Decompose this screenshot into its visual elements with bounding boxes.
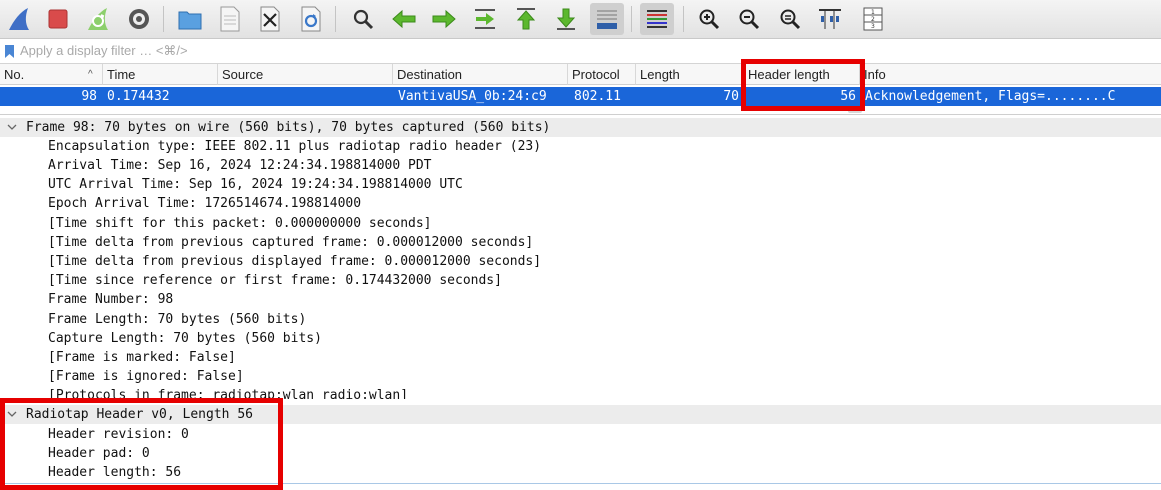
go-to-packet-icon[interactable]: [470, 4, 500, 34]
tree-field[interactable]: Frame Number: 98: [48, 290, 173, 309]
display-filter-bar: [0, 39, 1161, 64]
close-file-icon[interactable]: [255, 4, 285, 34]
colorize-icon[interactable]: [640, 3, 674, 35]
column-header-header-length[interactable]: Header length: [744, 64, 860, 85]
pane-divider[interactable]: [0, 483, 1161, 484]
cell-header-length: 56: [840, 89, 856, 104]
column-header-info-label: Info: [864, 67, 886, 82]
column-header-protocol-label: Protocol: [572, 67, 620, 82]
tree-field[interactable]: Header revision: 0: [48, 425, 189, 444]
auto-scroll-icon[interactable]: [590, 3, 624, 35]
cell-destination: VantivaUSA_0b:24:c9: [398, 89, 547, 104]
svg-text:3: 3: [871, 23, 875, 30]
column-header-source-label: Source: [222, 67, 264, 82]
column-header-length[interactable]: Length: [636, 64, 744, 85]
frame-summary: Frame 98: 70 bytes on wire (560 bits), 7…: [26, 120, 551, 135]
zoom-out-icon[interactable]: [734, 4, 764, 34]
go-to-first-packet-icon[interactable]: [511, 4, 541, 34]
column-header-time-label: Time: [107, 67, 136, 82]
packet-list-blank-area: [0, 106, 1161, 115]
column-header-no-label: No.: [4, 67, 25, 82]
go-to-last-packet-icon[interactable]: [551, 4, 581, 34]
start-capture-icon[interactable]: [4, 4, 34, 34]
tree-field[interactable]: Capture Length: 70 bytes (560 bits): [48, 329, 322, 348]
svg-text:1: 1: [871, 9, 875, 16]
cell-time: 0.174432: [107, 89, 170, 104]
column-header-protocol[interactable]: Protocol: [568, 64, 636, 85]
reload-file-icon[interactable]: [296, 4, 326, 34]
tree-field[interactable]: UTC Arrival Time: Sep 16, 2024 19:24:34.…: [48, 175, 463, 194]
save-file-icon[interactable]: [215, 4, 245, 34]
tree-field[interactable]: Epoch Arrival Time: 1726514674.198814000: [48, 194, 361, 213]
tree-field[interactable]: [Frame is marked: False]: [48, 348, 236, 367]
column-header-header-length-label: Header length: [748, 67, 830, 82]
chevron-down-icon[interactable]: [7, 118, 17, 137]
bookmark-icon[interactable]: [4, 44, 15, 64]
chevron-down-icon[interactable]: [7, 405, 17, 424]
column-header-destination[interactable]: Destination: [393, 64, 568, 85]
tree-node-frame[interactable]: Frame 98: 70 bytes on wire (560 bits), 7…: [0, 118, 1161, 137]
tree-field[interactable]: [Time since reference or first frame: 0.…: [48, 271, 502, 290]
find-packet-icon[interactable]: [348, 4, 378, 34]
cell-info: Acknowledgement, Flags=........C: [865, 89, 1116, 104]
cell-protocol: 802.11: [574, 89, 621, 104]
tree-field[interactable]: [Frame is ignored: False]: [48, 367, 244, 386]
column-header-destination-label: Destination: [397, 67, 463, 82]
column-header-no[interactable]: No. ^: [0, 64, 103, 85]
normal-size-icon[interactable]: [775, 4, 805, 34]
tree-field[interactable]: [Time delta from previous displayed fram…: [48, 252, 541, 271]
restart-capture-icon[interactable]: [83, 4, 113, 34]
column-header-info[interactable]: Info: [860, 64, 1161, 85]
tree-node-radiotap[interactable]: Radiotap Header v0, Length 56: [0, 405, 1161, 424]
go-back-icon[interactable]: [389, 4, 419, 34]
column-header-source[interactable]: Source: [218, 64, 393, 85]
svg-text:2: 2: [871, 16, 875, 23]
tree-field[interactable]: Arrival Time: Sep 16, 2024 12:24:34.1988…: [48, 156, 432, 175]
tree-field[interactable]: [Time shift for this packet: 0.000000000…: [48, 214, 432, 233]
go-forward-icon[interactable]: [429, 4, 459, 34]
capture-options-icon[interactable]: [124, 4, 154, 34]
stop-capture-icon[interactable]: [43, 4, 73, 34]
tree-field[interactable]: Header length: 56: [48, 463, 181, 482]
tree-field[interactable]: Encapsulation type: IEEE 802.11 plus rad…: [48, 137, 541, 156]
zoom-in-icon[interactable]: [694, 4, 724, 34]
tree-field[interactable]: Frame Length: 70 bytes (560 bits): [48, 310, 306, 329]
radiotap-summary: Radiotap Header v0, Length 56: [26, 407, 253, 422]
packet-list-scrollbar[interactable]: [848, 108, 862, 113]
tree-field[interactable]: [Time delta from previous captured frame…: [48, 233, 533, 252]
open-file-icon[interactable]: [175, 4, 205, 34]
main-toolbar: 123: [0, 0, 1161, 39]
column-header-length-label: Length: [640, 67, 680, 82]
column-header-time[interactable]: Time: [103, 64, 218, 85]
tree-field[interactable]: [Protocols in frame: radiotap:wlan_radio…: [48, 386, 408, 399]
cell-length: 70: [723, 89, 739, 104]
packet-details-pane: Frame 98: 70 bytes on wire (560 bits), 7…: [0, 116, 1161, 490]
layout-icon[interactable]: 123: [858, 4, 888, 34]
tree-field[interactable]: Header pad: 0: [48, 444, 150, 463]
resize-columns-icon[interactable]: [815, 4, 845, 34]
cell-no: 98: [81, 89, 97, 104]
display-filter-input[interactable]: [20, 41, 1150, 60]
sort-ascending-icon: ^: [88, 69, 93, 80]
packet-row[interactable]: 98 0.174432 VantivaUSA_0b:24:c9 802.11 7…: [0, 87, 1161, 106]
